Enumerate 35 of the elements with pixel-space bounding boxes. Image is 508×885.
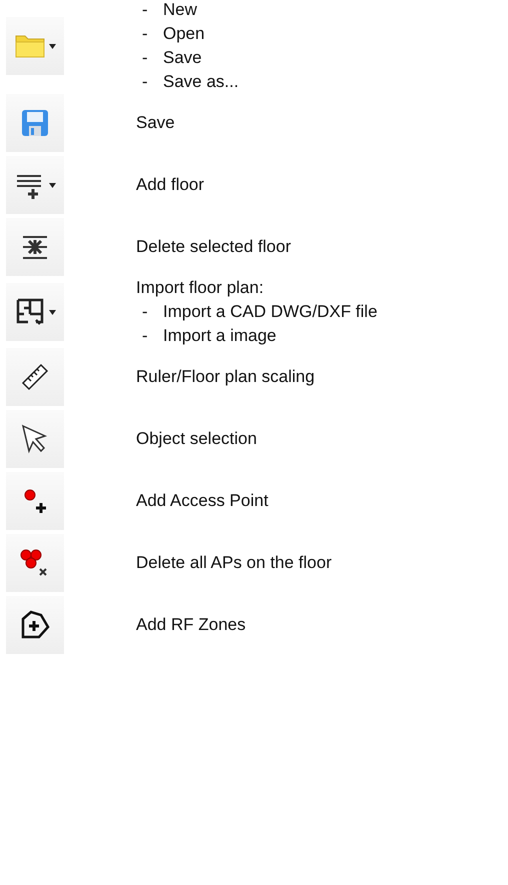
list-bullet: - bbox=[141, 24, 149, 44]
caret-icon bbox=[49, 182, 56, 188]
toolbar-button[interactable] bbox=[6, 596, 64, 654]
description-text: Save bbox=[163, 48, 202, 68]
description-text: Save bbox=[136, 113, 175, 133]
description-text: Import floor plan: bbox=[136, 278, 264, 298]
description-text: New bbox=[163, 0, 198, 20]
toolbar-button[interactable] bbox=[6, 348, 64, 406]
toolbar-button[interactable] bbox=[6, 472, 64, 530]
description-text: Save as... bbox=[163, 72, 239, 92]
ruler-icon bbox=[19, 361, 51, 393]
description-text: Object selection bbox=[136, 429, 257, 449]
save-icon bbox=[19, 107, 51, 139]
zone-icon bbox=[19, 609, 51, 641]
toolbar-button[interactable] bbox=[6, 534, 64, 592]
toolbar-button[interactable] bbox=[6, 283, 64, 341]
toolbar-button[interactable] bbox=[6, 218, 64, 276]
caret-icon bbox=[49, 44, 56, 48]
toolbar-button[interactable] bbox=[6, 410, 64, 468]
description-text: Add floor bbox=[136, 175, 204, 195]
list-bullet: - bbox=[141, 48, 149, 68]
toolbar-button[interactable] bbox=[6, 156, 64, 214]
description-text: Add RF Zones bbox=[136, 615, 246, 635]
list-bullet: - bbox=[141, 72, 149, 92]
caret-icon bbox=[49, 310, 56, 314]
list-bullet: - bbox=[141, 326, 149, 346]
description-text: Open bbox=[163, 24, 205, 44]
description-text: Import a CAD DWG/DXF file bbox=[163, 302, 378, 322]
description-text: Import a image bbox=[163, 326, 276, 346]
description-text: Add Access Point bbox=[136, 491, 268, 511]
list-bullet: - bbox=[141, 0, 149, 20]
description-text: Ruler/Floor plan scaling bbox=[136, 367, 315, 387]
description-text: Delete all APs on the floor bbox=[136, 553, 332, 573]
list-bullet: - bbox=[141, 302, 149, 322]
description-text: Delete selected floor bbox=[136, 237, 291, 257]
